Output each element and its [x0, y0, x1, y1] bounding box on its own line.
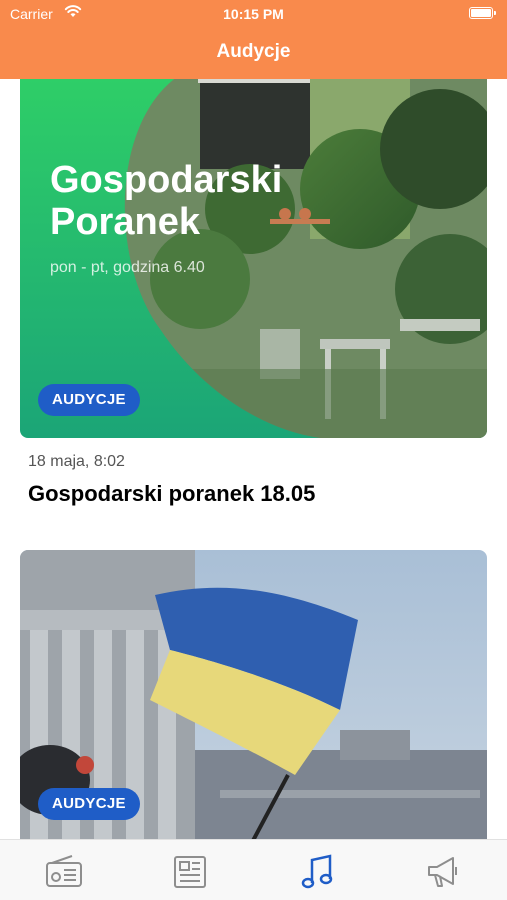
tab-radio[interactable]	[44, 852, 84, 892]
music-note-icon	[301, 854, 333, 889]
tab-broadcasts[interactable]	[297, 852, 337, 892]
article-title[interactable]: Gospodarski poranek 18.05	[28, 481, 315, 507]
promo-title-line: Poranek	[50, 201, 200, 243]
article-feed[interactable]: Gospodarski Poranek pon - pt, godzina 6.…	[0, 79, 507, 839]
status-bar: Carrier 10:15 PM	[0, 0, 507, 28]
category-badge[interactable]: AUDYCJE	[38, 788, 140, 820]
clock: 10:15 PM	[223, 6, 284, 22]
megaphone-icon	[428, 857, 457, 887]
newspaper-icon	[174, 856, 206, 888]
page-title: Audycje	[216, 41, 291, 62]
tab-announcements[interactable]	[423, 852, 463, 892]
article-card-image[interactable]: Gospodarski Poranek pon - pt, godzina 6.…	[20, 79, 487, 438]
category-badge[interactable]: AUDYCJE	[38, 384, 140, 416]
article-date: 18 maja, 8:02	[28, 453, 125, 470]
promo-subtitle: pon - pt, godzina 6.40	[50, 259, 205, 276]
article-card-image[interactable]: AUDYCJE	[20, 550, 487, 839]
tab-bar	[0, 839, 507, 900]
radio-icon	[46, 855, 82, 887]
promo-title-line: Gospodarski	[50, 159, 283, 201]
tab-news[interactable]	[170, 852, 210, 892]
promo-title: Gospodarski Poranek	[50, 159, 282, 243]
navigation-header: Carrier 10:15 PM Audycje	[0, 0, 507, 79]
battery-icon	[469, 7, 496, 19]
